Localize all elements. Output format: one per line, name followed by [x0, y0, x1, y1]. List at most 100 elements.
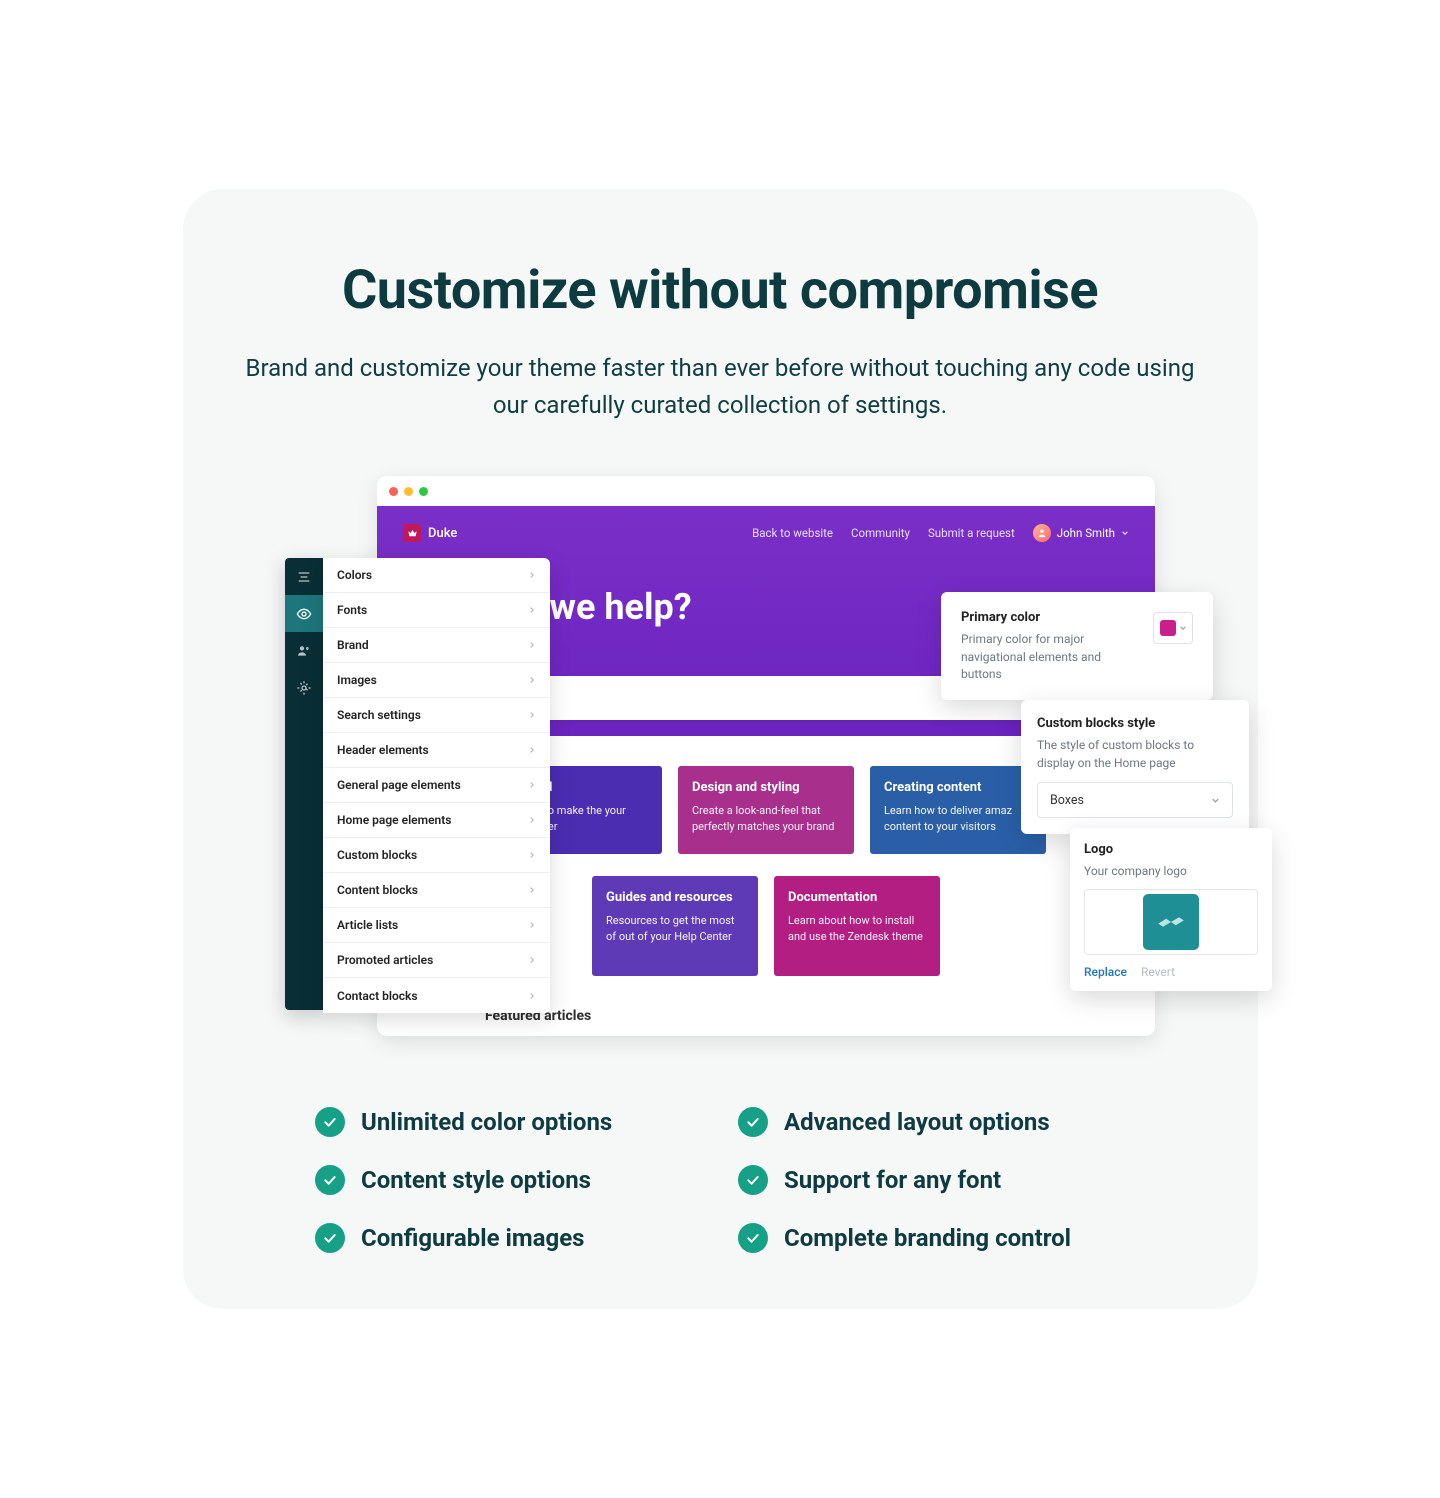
hero-title: Customize without compromise [243, 259, 1198, 322]
nav-right: Back to website Community Submit a reque… [752, 524, 1129, 542]
chevron-right-icon [528, 571, 536, 579]
window-close-icon[interactable] [389, 487, 398, 496]
nav-back-to-website[interactable]: Back to website [752, 526, 833, 540]
feature-content-style: Content style options [315, 1165, 702, 1195]
feature-label: Configurable images [361, 1224, 585, 1252]
chevron-right-icon [528, 921, 536, 929]
settings-label: Contact blocks [337, 989, 418, 1003]
settings-item-general-page[interactable]: General page elements [323, 768, 550, 803]
panel-custom-blocks-style: Custom blocks style The style of custom … [1021, 700, 1249, 834]
feature-grid: Unlimited color options Advanced layout … [315, 1107, 1125, 1253]
custom-blocks-select[interactable]: Boxes [1037, 782, 1233, 818]
color-picker[interactable] [1153, 612, 1193, 644]
logo-icon [1143, 894, 1199, 950]
feature-branding-control: Complete branding control [738, 1223, 1125, 1253]
hero-subtitle: Brand and customize your theme faster th… [243, 350, 1198, 424]
chevron-right-icon [528, 781, 536, 789]
block-guides-resources[interactable]: Guides and resources Resources to get th… [592, 876, 758, 976]
feature-label: Unlimited color options [361, 1108, 612, 1136]
check-icon [738, 1107, 768, 1137]
settings-label: Promoted articles [337, 953, 433, 967]
block-title: Guides and resources [606, 890, 744, 905]
settings-item-colors[interactable]: Colors [323, 558, 550, 593]
nav-community[interactable]: Community [851, 526, 910, 540]
settings-panel: Colors Fonts Brand Images Search setting… [323, 558, 550, 1013]
logo-revert-link[interactable]: Revert [1141, 965, 1175, 979]
panel-logo: Logo Your company logo Replace Revert [1070, 828, 1272, 990]
feature-label: Complete branding control [784, 1224, 1071, 1252]
rail-sections-icon[interactable] [285, 558, 323, 595]
marketing-card: Customize without compromise Brand and c… [183, 189, 1258, 1309]
settings-item-promoted-articles[interactable]: Promoted articles [323, 943, 550, 978]
settings-item-contact-blocks[interactable]: Contact blocks [323, 978, 550, 1013]
settings-item-images[interactable]: Images [323, 663, 550, 698]
block-title: Creating content [884, 780, 1032, 795]
settings-item-article-lists[interactable]: Article lists [323, 908, 550, 943]
chevron-right-icon [528, 851, 536, 859]
settings-label: Home page elements [337, 813, 451, 827]
window-maximize-icon[interactable] [419, 487, 428, 496]
nav-submit-request[interactable]: Submit a request [928, 526, 1015, 540]
color-swatch [1160, 620, 1176, 636]
settings-item-header-elements[interactable]: Header elements [323, 733, 550, 768]
logo-replace-link[interactable]: Replace [1084, 965, 1127, 979]
panel-desc: The style of custom blocks to display on… [1037, 737, 1233, 772]
settings-label: Custom blocks [337, 848, 417, 862]
check-icon [315, 1107, 345, 1137]
settings-label: Images [337, 673, 377, 687]
block-documentation[interactable]: Documentation Learn about how to install… [774, 876, 940, 976]
check-icon [738, 1223, 768, 1253]
window-minimize-icon[interactable] [404, 487, 413, 496]
settings-item-fonts[interactable]: Fonts [323, 593, 550, 628]
site-nav: Duke Back to website Community Submit a … [377, 506, 1155, 542]
block-desc: Learn about how to install and use the Z… [788, 913, 926, 944]
chevron-right-icon [528, 641, 536, 649]
block-desc: Learn how to deliver amaz content to you… [884, 803, 1032, 834]
feature-label: Support for any font [784, 1166, 1001, 1194]
panel-label: Primary color [961, 610, 1139, 625]
chevron-right-icon [528, 886, 536, 894]
block-desc: Resources to get the most of out of your… [606, 913, 744, 944]
panel-label: Logo [1084, 842, 1258, 857]
settings-item-content-blocks[interactable]: Content blocks [323, 873, 550, 908]
block-design-styling[interactable]: Design and styling Create a look-and-fee… [678, 766, 854, 854]
brand[interactable]: Duke [403, 524, 457, 542]
chevron-down-icon [1121, 529, 1129, 537]
feature-label: Content style options [361, 1166, 591, 1194]
rail-preview-icon[interactable] [285, 595, 323, 632]
settings-label: Fonts [337, 603, 367, 617]
block-title: Design and styling [692, 780, 840, 795]
select-value: Boxes [1050, 793, 1084, 808]
settings-item-brand[interactable]: Brand [323, 628, 550, 663]
settings-item-search[interactable]: Search settings [323, 698, 550, 733]
block-creating-content[interactable]: Creating content Learn how to deliver am… [870, 766, 1046, 854]
check-icon [315, 1223, 345, 1253]
screenshot-stage: Duke Back to website Community Submit a … [285, 476, 1155, 1051]
chevron-right-icon [528, 676, 536, 684]
block-desc: Create a look-and-feel that perfectly ma… [692, 803, 840, 834]
chevron-down-icon [1211, 796, 1220, 805]
chevron-right-icon [528, 816, 536, 824]
panel-desc: Primary color for major navigational ele… [961, 631, 1139, 683]
feature-label: Advanced layout options [784, 1108, 1050, 1136]
crown-icon [403, 524, 421, 542]
panel-label: Custom blocks style [1037, 716, 1233, 731]
editor-rail [285, 558, 323, 1010]
chevron-right-icon [528, 956, 536, 964]
settings-label: Article lists [337, 918, 398, 932]
settings-item-custom-blocks[interactable]: Custom blocks [323, 838, 550, 873]
panel-primary-color: Primary color Primary color for major na… [941, 592, 1213, 699]
avatar [1033, 524, 1051, 542]
block-title: Documentation [788, 890, 926, 905]
settings-label: Content blocks [337, 883, 418, 897]
panel-desc: Your company logo [1084, 863, 1258, 880]
logo-preview [1084, 889, 1258, 955]
rail-roles-icon[interactable] [285, 632, 323, 669]
feature-configurable-images: Configurable images [315, 1223, 702, 1253]
browser-titlebar [377, 476, 1155, 506]
user-name: John Smith [1057, 526, 1115, 540]
settings-item-home-page[interactable]: Home page elements [323, 803, 550, 838]
user-menu[interactable]: John Smith [1033, 524, 1129, 542]
rail-settings-icon[interactable] [285, 669, 323, 706]
chevron-right-icon [528, 711, 536, 719]
